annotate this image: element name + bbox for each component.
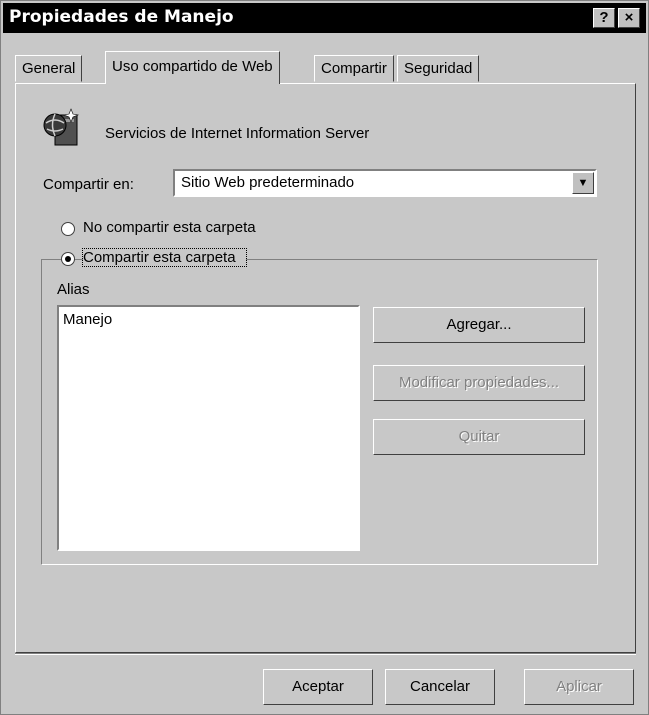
radio-share[interactable] [61,252,75,266]
radio-share-label[interactable]: Compartir esta carpeta [82,248,247,267]
iis-globe-icon [43,108,80,146]
list-item[interactable]: Manejo [63,311,112,328]
radio-no-share[interactable] [61,222,75,236]
site-select[interactable]: Sitio Web predeterminado ▼ [173,169,597,197]
close-button[interactable]: × [618,8,640,28]
cancel-button[interactable]: Cancelar [385,669,495,705]
tab-security[interactable]: Seguridad [397,55,480,82]
site-select-value: Sitio Web predeterminado [181,174,355,191]
tab-general[interactable]: General [15,55,83,82]
share-on-label: Compartir en: [43,176,134,193]
iis-service-label: Servicios de Internet Information Server [105,125,370,142]
tab-sharing[interactable]: Compartir [314,55,394,82]
help-button[interactable]: ? [593,8,615,28]
remove-button[interactable]: Quitar [373,419,585,455]
footer-divider [15,653,636,655]
radio-no-share-label[interactable]: No compartir esta carpeta [83,219,256,236]
alias-list[interactable]: Manejo [57,305,360,551]
properties-dialog: Propiedades de Manejo ? × General Uso co… [0,0,649,715]
title-bar: Propiedades de Manejo ? × [3,3,646,33]
ok-button[interactable]: Aceptar [263,669,373,705]
modify-properties-button[interactable]: Modificar propiedades... [373,365,585,401]
tab-web-sharing[interactable]: Uso compartido de Web [105,51,280,84]
window-title: Propiedades de Manejo [9,7,234,27]
alias-label: Alias [57,281,90,298]
add-button[interactable]: Agregar... [373,307,585,343]
apply-button[interactable]: Aplicar [524,669,634,705]
chevron-down-icon[interactable]: ▼ [572,172,594,194]
